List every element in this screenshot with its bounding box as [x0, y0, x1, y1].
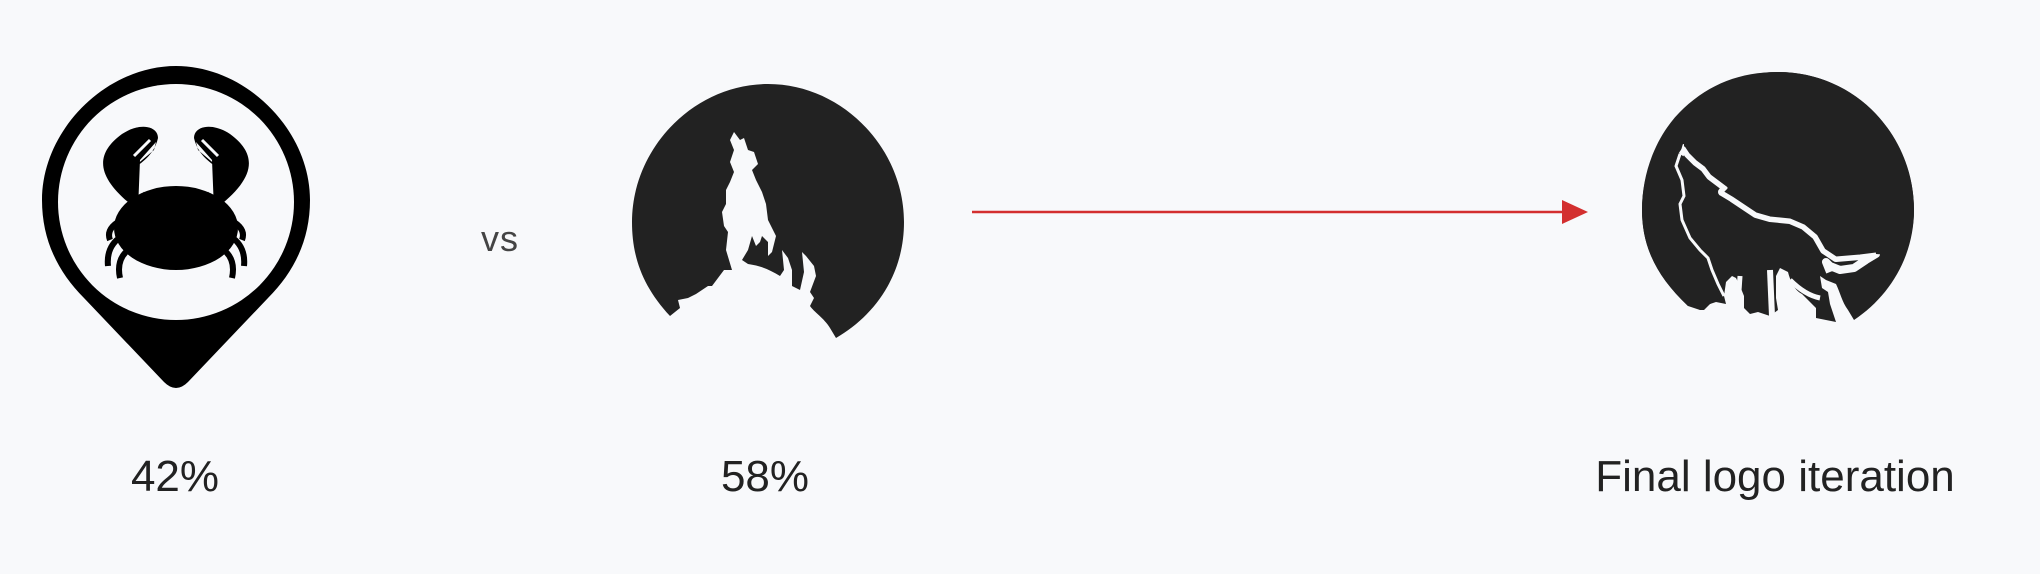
final-logo-caption: Final logo iteration — [1595, 452, 1955, 501]
crab-logo-percentage: 42% — [130, 452, 220, 501]
wolf-logo-percentage: 58% — [720, 452, 810, 501]
wolf-moon-logo-final — [1640, 70, 1920, 340]
arrow-right-icon — [972, 200, 1588, 224]
howling-wolf-moon-icon — [1642, 72, 1914, 322]
arrow-right — [970, 196, 1590, 233]
vs-label: vs — [481, 218, 519, 259]
crab-pin-logo — [36, 60, 316, 400]
crab-location-pin-icon — [42, 66, 310, 388]
howling-wolf-moon-icon — [632, 84, 904, 338]
wolf-moon-logo-draft — [630, 80, 910, 350]
